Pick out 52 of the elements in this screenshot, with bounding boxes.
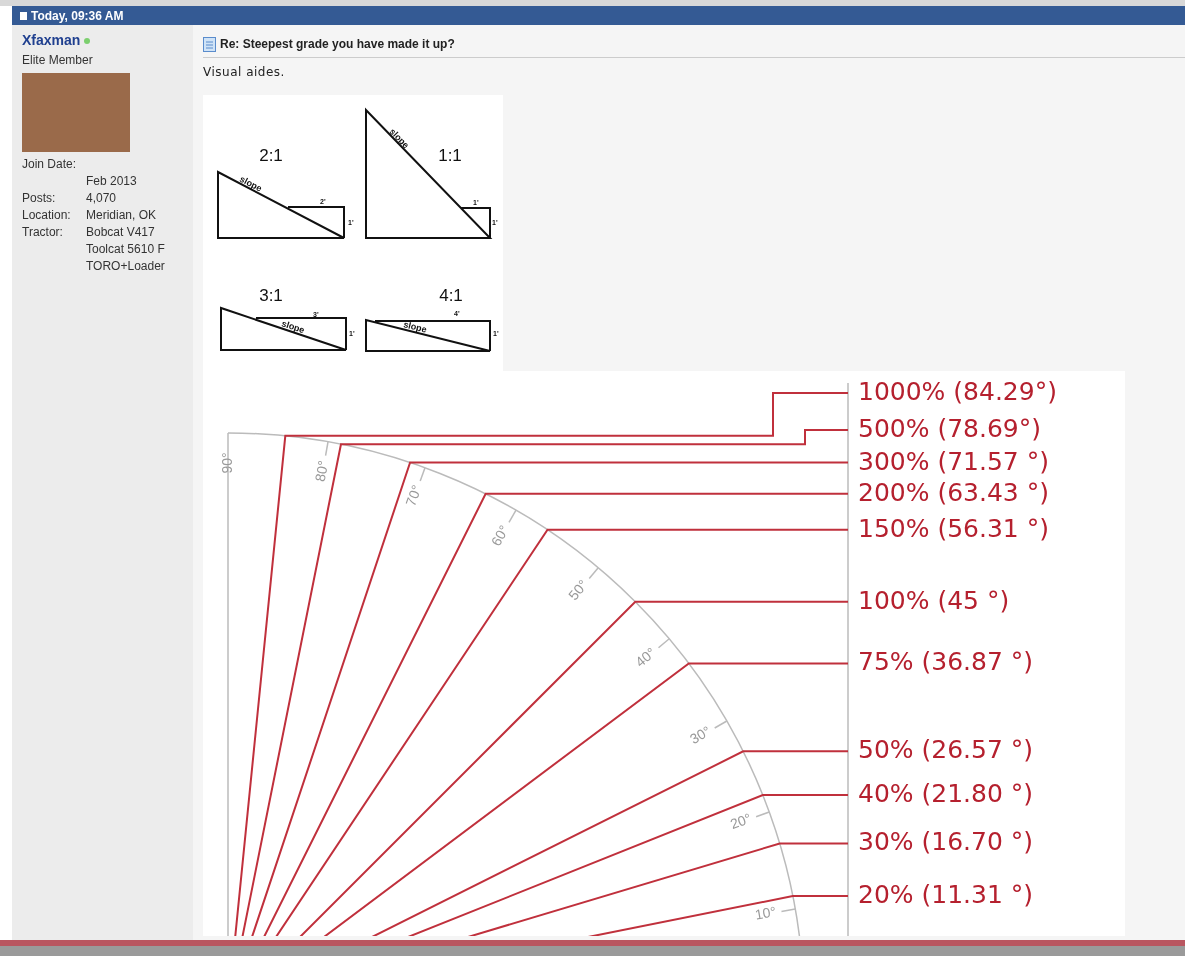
user-rank: Elite Member bbox=[22, 52, 94, 69]
grade-label: 300% (71.57 °) bbox=[858, 446, 1049, 476]
angle-label: 40° bbox=[632, 644, 659, 670]
grade-label: 20% (11.31 °) bbox=[858, 880, 1034, 910]
angle-label: 60° bbox=[487, 522, 513, 549]
tick-mark bbox=[588, 567, 599, 580]
grade-label: 1000% (84.29°) bbox=[858, 377, 1057, 406]
document-icon bbox=[20, 11, 27, 20]
post-timestamp: Today, 09:36 AM bbox=[31, 7, 124, 25]
tick-mark bbox=[713, 720, 728, 729]
tick-mark bbox=[324, 441, 329, 457]
field-label: Posts: bbox=[22, 190, 57, 207]
ratio-label: 2:1 bbox=[259, 146, 283, 165]
ratio-label: 1:1 bbox=[438, 146, 462, 165]
grade-label: 500% (78.69°) bbox=[858, 414, 1041, 443]
angle-label: 80° bbox=[311, 459, 332, 483]
field-label: Join Date: bbox=[22, 156, 78, 173]
ratio-label: 4:1 bbox=[439, 286, 463, 305]
field-value: Feb 2013 bbox=[86, 173, 138, 190]
angle-label: 50° bbox=[565, 576, 591, 604]
field-value: Meridian, OK bbox=[86, 207, 157, 224]
grade-label: 50% (26.57 °) bbox=[858, 735, 1034, 765]
ratio-label: 3:1 bbox=[259, 286, 283, 305]
angle-label: 70° bbox=[402, 482, 425, 509]
post-title: Re: Steepest grade you have made it up? bbox=[220, 36, 455, 53]
grade-label: 150% (56.31 °) bbox=[858, 513, 1049, 543]
username-link[interactable]: Xfaxman bbox=[22, 30, 81, 51]
tick-mark bbox=[755, 811, 770, 818]
field-value: Toolcat 5610 F bbox=[86, 241, 165, 258]
grade-label: 75% (36.87 °) bbox=[858, 647, 1034, 677]
slope-label: slope bbox=[280, 318, 306, 336]
post-text: Visual aides. bbox=[203, 64, 286, 81]
document-icon bbox=[203, 36, 216, 52]
field-value: 4,070 bbox=[86, 190, 117, 207]
angle-label: 90° bbox=[218, 452, 235, 474]
tick-mark bbox=[780, 908, 796, 913]
field-value: TORO+Loader bbox=[86, 258, 165, 275]
angle-label: 30° bbox=[687, 722, 714, 748]
grade-label: 100% (45 °) bbox=[858, 585, 1010, 615]
field-value: Bobcat V417 bbox=[86, 224, 156, 241]
slope-label: slope bbox=[402, 319, 428, 335]
tick-mark bbox=[657, 638, 670, 649]
angle-label: 10° bbox=[753, 903, 778, 923]
field-label: Location: bbox=[22, 207, 72, 224]
grade-label: 40% (21.80 °) bbox=[858, 779, 1034, 809]
grade-label: 30% (16.70 °) bbox=[858, 827, 1034, 857]
grade-label: 200% (63.43 °) bbox=[858, 477, 1049, 507]
angle-label: 20° bbox=[727, 809, 754, 833]
slope-label: slope bbox=[238, 173, 264, 194]
tick-mark bbox=[419, 467, 426, 482]
tick-mark bbox=[508, 509, 517, 524]
field-label: Tractor: bbox=[22, 224, 64, 241]
